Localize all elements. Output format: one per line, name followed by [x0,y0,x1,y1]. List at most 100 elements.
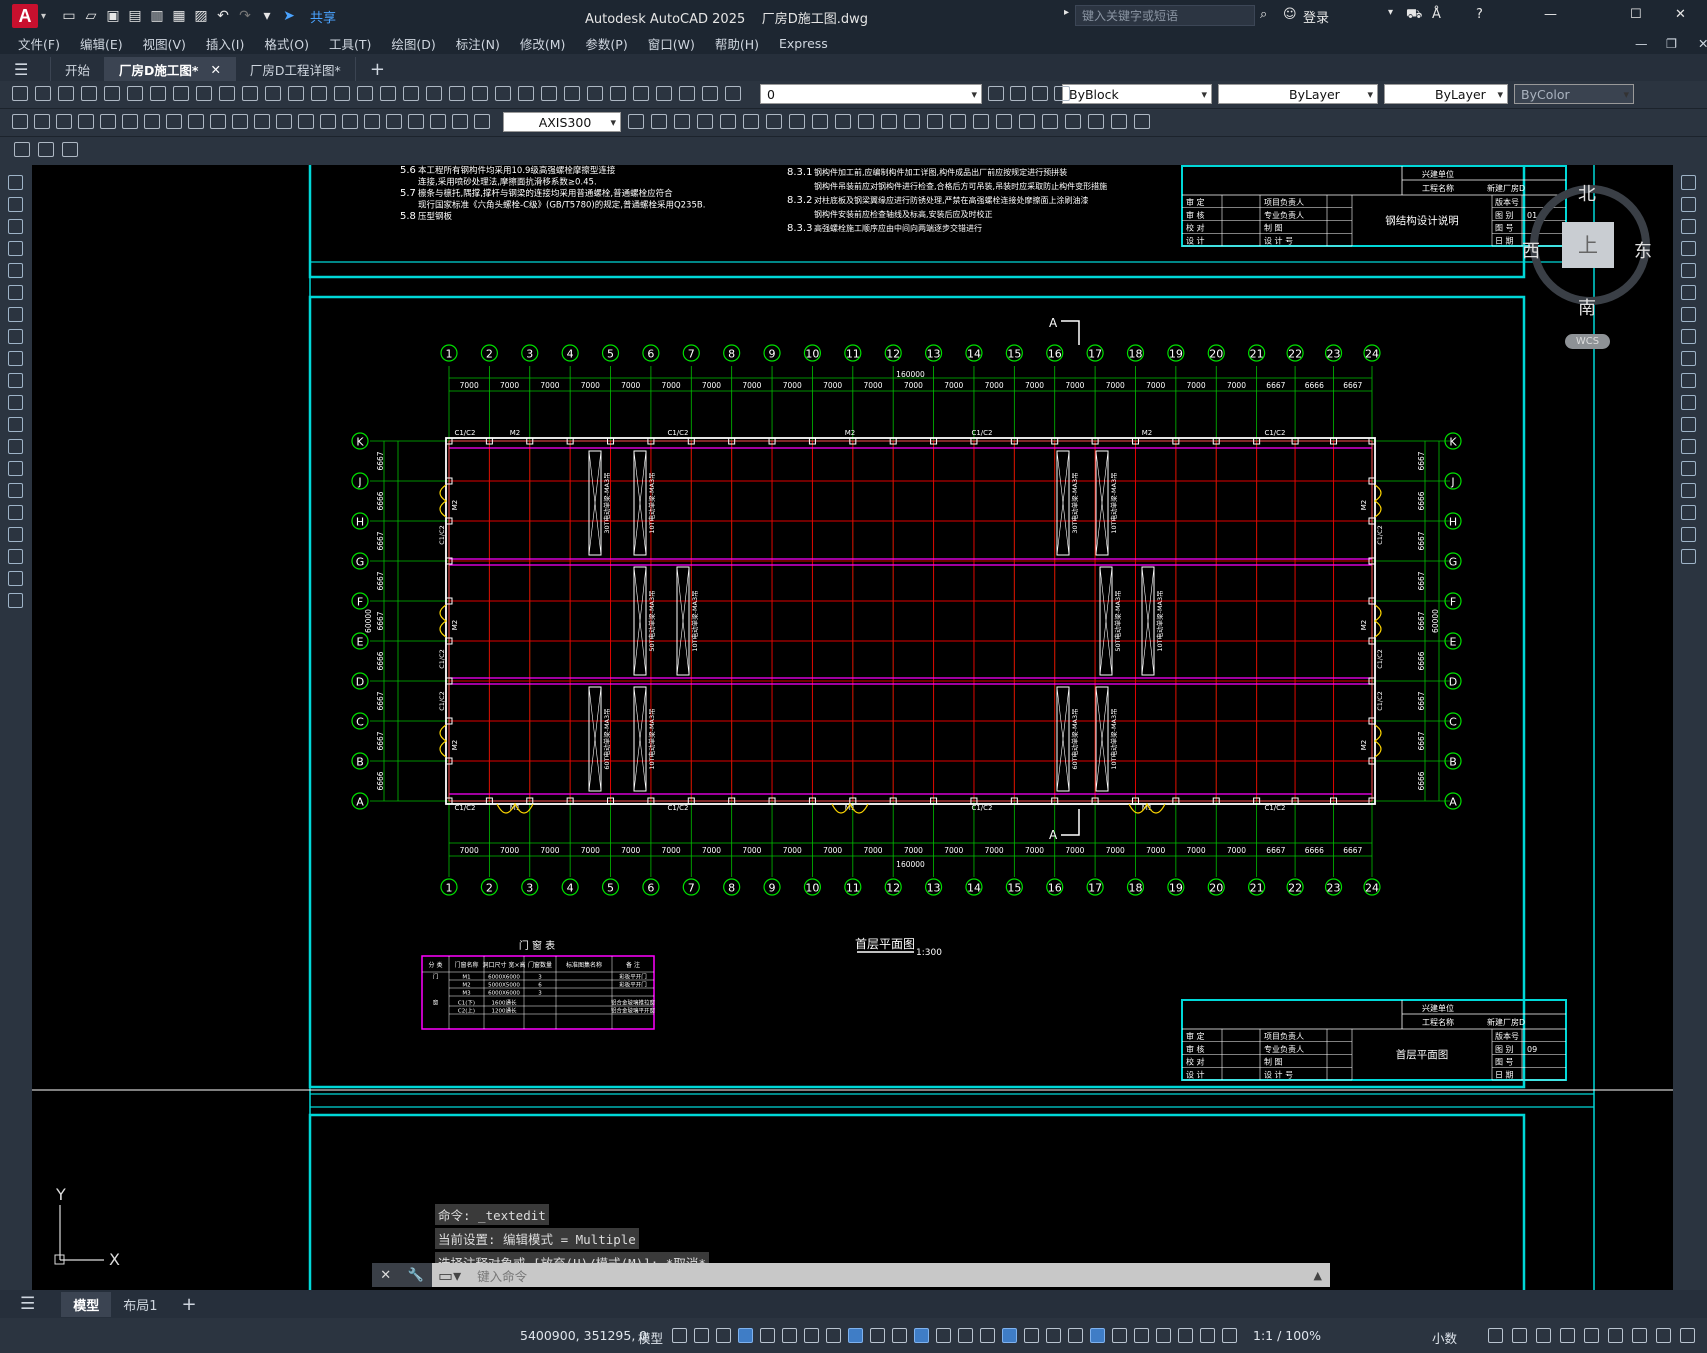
draw-tool-icon[interactable] [8,439,23,454]
status-toggle-icon[interactable] [1068,1328,1083,1343]
toolbar-tool-icon[interactable] [38,142,54,157]
status-toggle-icon[interactable] [826,1328,841,1343]
modify-tool-icon[interactable] [1681,461,1696,476]
modify-tool-icon[interactable] [1681,549,1696,564]
toolbar-tool-icon[interactable] [743,114,759,129]
modify-tool-icon[interactable] [1681,241,1696,256]
open-web-icon[interactable]: ▦ [172,8,186,24]
toolbar-tool-icon[interactable] [166,114,182,129]
status-toggle-icon[interactable] [804,1328,819,1343]
status-toggle-icon[interactable] [1134,1328,1149,1343]
command-customize-icon[interactable]: 🔧 [408,1268,424,1283]
tab-model[interactable]: 模型 [61,1291,112,1317]
status-toggle-icon[interactable] [1024,1328,1039,1343]
command-prompt-icon[interactable]: ▭▾ [438,1266,461,1285]
status-toggle-icon[interactable] [1046,1328,1061,1343]
linetype-dropdown[interactable]: ByLayer [1218,84,1378,105]
open-file-icon[interactable]: ▱ [84,8,98,24]
menu-express[interactable]: Express [779,36,828,51]
menu-help[interactable]: 帮助(H) [715,34,759,53]
draw-tool-icon[interactable] [8,527,23,542]
toolbar-tool-icon[interactable] [196,86,212,101]
tab-close-icon[interactable]: ✕ [210,62,220,77]
modify-tool-icon[interactable] [1681,351,1696,366]
toolbar-tool-icon[interactable] [35,86,51,101]
draw-tool-icon[interactable] [8,263,23,278]
toolbar-tool-icon[interactable] [320,114,336,129]
toolbar-tool-icon[interactable] [988,86,1004,101]
modify-tool-icon[interactable] [1681,263,1696,278]
toolbar-tool-icon[interactable] [100,114,116,129]
toolbar-tool-icon[interactable] [1088,114,1104,129]
toolbar-tool-icon[interactable] [674,114,690,129]
status-toggle-icon[interactable] [738,1328,753,1343]
draw-tool-icon[interactable] [8,505,23,520]
toolbar-tool-icon[interactable] [78,114,94,129]
coordinates-readout[interactable]: 5400900, 351295, 0 [520,1328,647,1343]
draw-tool-icon[interactable] [8,351,23,366]
status-toggle-icon[interactable] [1560,1328,1575,1343]
toolbar-tool-icon[interactable] [679,86,695,101]
status-toggle-icon[interactable] [1112,1328,1127,1343]
toolbar-tool-icon[interactable] [564,86,580,101]
modify-tool-icon[interactable] [1681,307,1696,322]
tab-drawing-detail[interactable]: 厂房D工程详图* [236,57,356,81]
new-file-icon[interactable]: ▭ [62,8,76,24]
toolbar-tool-icon[interactable] [380,86,396,101]
share-icon[interactable]: ➤ [282,8,296,24]
toolbar-tool-icon[interactable] [452,114,468,129]
toolbar-tool-icon[interactable] [610,86,626,101]
toolbar-tool-icon[interactable] [812,114,828,129]
app-menu-chevron-icon[interactable]: ▾ [41,11,46,22]
toolbar-tool-icon[interactable] [58,86,74,101]
toolbar-tool-icon[interactable] [1134,114,1150,129]
modify-tool-icon[interactable] [1681,285,1696,300]
toolbar-tool-icon[interactable] [996,114,1012,129]
status-toggle-icon[interactable] [1680,1328,1695,1343]
toolbar-tool-icon[interactable] [702,86,718,101]
draw-tool-icon[interactable] [8,175,23,190]
toolbar-tool-icon[interactable] [144,114,160,129]
toolbar-tool-icon[interactable] [242,86,258,101]
modify-tool-icon[interactable] [1681,373,1696,388]
toolbar-tool-icon[interactable] [474,114,490,129]
toolbar-tool-icon[interactable] [789,114,805,129]
dimstyle-dropdown[interactable]: AXIS300 [503,112,621,133]
toolbar-tool-icon[interactable] [386,114,402,129]
toolbar-tool-icon[interactable] [449,86,465,101]
customize-icon[interactable]: ▾ [260,8,274,24]
toolbar-tool-icon[interactable] [973,114,989,129]
draw-tool-icon[interactable] [8,571,23,586]
login-button[interactable]: 登录 [1303,7,1329,26]
modify-tool-icon[interactable] [1681,395,1696,410]
status-toggle-icon[interactable] [1488,1328,1503,1343]
status-toggle-icon[interactable] [1656,1328,1671,1343]
draw-tool-icon[interactable] [8,549,23,564]
user-icon[interactable]: ☺ [1283,7,1297,22]
autodesk-app-icon[interactable]: Å [1432,7,1441,22]
draw-tool-icon[interactable] [8,461,23,476]
toolbar-tool-icon[interactable] [651,114,667,129]
toolbar-tool-icon[interactable] [81,86,97,101]
status-toggle-icon[interactable] [716,1328,731,1343]
autocad-logo-icon[interactable]: A [12,4,38,28]
status-toggle-icon[interactable] [1608,1328,1623,1343]
toolbar-tool-icon[interactable] [298,114,314,129]
status-toggle-icon[interactable] [1584,1328,1599,1343]
toolbar-tool-icon[interactable] [858,114,874,129]
menu-file[interactable]: 文件(F) [18,34,60,53]
toolbar-tool-icon[interactable] [495,86,511,101]
plot-icon[interactable]: ▨ [194,8,208,24]
toolbar-tool-icon[interactable] [188,114,204,129]
status-toggle-icon[interactable] [1512,1328,1527,1343]
toolbar-tool-icon[interactable] [1042,114,1058,129]
status-toggle-icon[interactable] [760,1328,775,1343]
toolbar-tool-icon[interactable] [1054,86,1070,101]
doc-close-icon[interactable]: ✕ [1698,36,1707,51]
modify-tool-icon[interactable] [1681,175,1696,190]
toolbar-tool-icon[interactable] [34,114,50,129]
toolbar-tool-icon[interactable] [232,114,248,129]
status-toggle-icon[interactable] [782,1328,797,1343]
draw-tool-icon[interactable] [8,285,23,300]
command-input[interactable]: 键入命令 [477,1266,527,1285]
